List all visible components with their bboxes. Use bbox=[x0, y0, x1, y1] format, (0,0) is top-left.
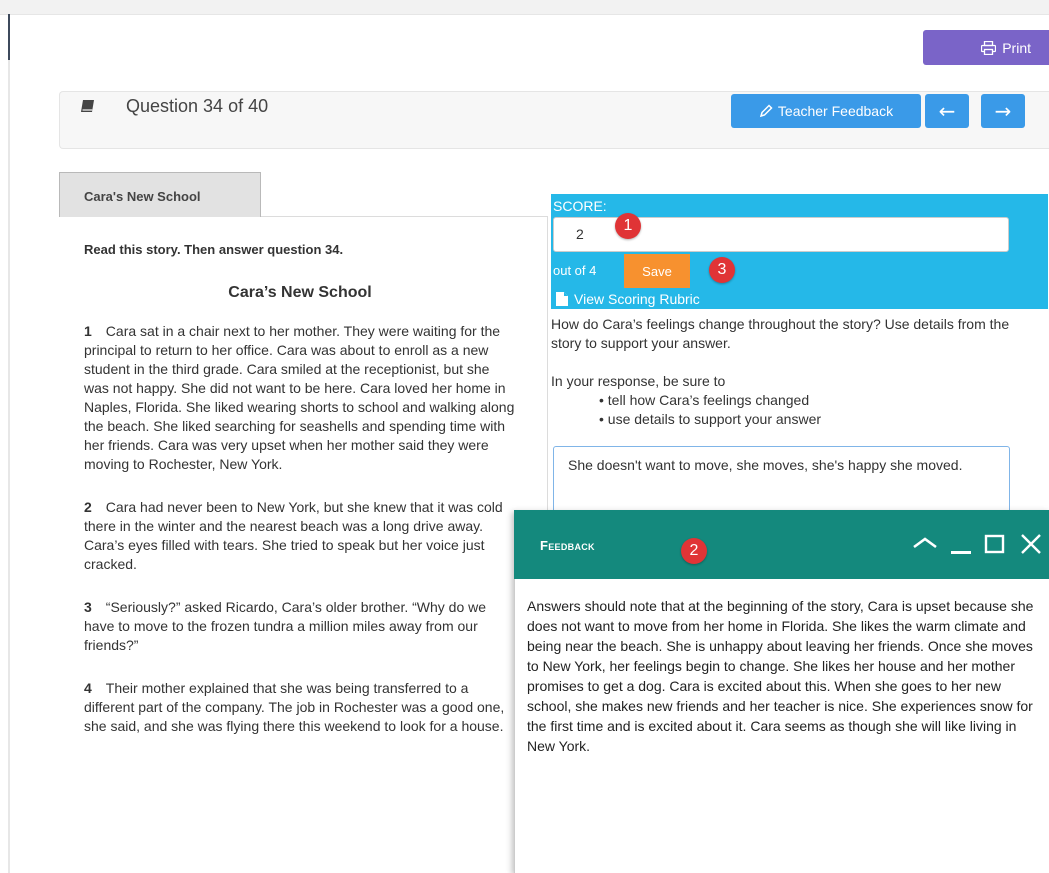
browser-top-strip bbox=[0, 0, 1049, 15]
teacher-feedback-label: Teacher Feedback bbox=[777, 103, 894, 119]
paragraph-number: 4 bbox=[84, 680, 92, 696]
arrow-left-icon: ← bbox=[938, 99, 956, 123]
prompt-bullet: use details to support your answer bbox=[599, 410, 1021, 429]
pencil-icon bbox=[759, 104, 773, 118]
tab-caras-new-school[interactable]: Cara's New School bbox=[59, 172, 261, 217]
next-question-button[interactable]: → bbox=[981, 94, 1025, 128]
step-badge-1: 1 bbox=[615, 213, 641, 239]
paragraph-text: Cara sat in a chair next to her mother. … bbox=[84, 323, 515, 472]
chevron-up-icon[interactable] bbox=[912, 532, 938, 554]
minimize-icon[interactable] bbox=[949, 532, 973, 556]
passage-paragraph: 1 Cara sat in a chair next to her mother.… bbox=[84, 322, 516, 474]
previous-question-button[interactable]: ← bbox=[925, 94, 969, 128]
passage-instruction: Read this story. Then answer question 34… bbox=[84, 242, 344, 257]
reading-passage: Read this story. Then answer question 34… bbox=[84, 240, 516, 760]
step-badge-2: 2 bbox=[681, 538, 707, 564]
prompt-bullets: tell how Cara’s feelings changed use det… bbox=[551, 391, 1021, 429]
step-badge-3: 3 bbox=[709, 257, 735, 283]
maximize-icon[interactable] bbox=[983, 532, 1007, 556]
prompt-question: How do Cara’s feelings change throughout… bbox=[551, 316, 1010, 351]
prompt-bullet: tell how Cara’s feelings changed bbox=[599, 391, 1021, 410]
passage-paragraph: 4 Their mother explained that she was bei… bbox=[84, 679, 516, 736]
paragraph-number: 3 bbox=[84, 599, 92, 615]
paragraph-text: “Seriously?” asked Ricardo, Cara’s older… bbox=[84, 599, 487, 653]
print-button[interactable]: Print bbox=[923, 30, 1049, 65]
paragraph-number: 2 bbox=[84, 499, 92, 515]
question-counter: Question 34 of 40 bbox=[126, 96, 269, 116]
teacher-feedback-button[interactable]: Teacher Feedback bbox=[731, 94, 921, 128]
paragraph-number: 1 bbox=[84, 323, 92, 339]
passage-paragraph: 2 Cara had never been to New York, but sh… bbox=[84, 498, 516, 574]
feedback-text: Answers should note that at the beginnin… bbox=[527, 598, 1034, 754]
score-out-of: out of 4 bbox=[553, 263, 597, 278]
arrow-right-icon: → bbox=[994, 99, 1012, 123]
tab-underline bbox=[261, 216, 548, 217]
file-icon bbox=[556, 292, 568, 306]
feedback-title: Feedback bbox=[540, 538, 595, 553]
view-scoring-rubric-link[interactable]: View Scoring Rubric bbox=[556, 291, 700, 307]
printer-icon bbox=[981, 40, 997, 55]
paragraph-text: Their mother explained that she was bein… bbox=[84, 680, 505, 734]
score-label: SCORE: bbox=[553, 198, 607, 214]
close-icon[interactable] bbox=[1019, 532, 1043, 556]
left-edge-border bbox=[8, 14, 10, 873]
save-score-button[interactable]: Save bbox=[624, 254, 690, 288]
question-prompt: How do Cara’s feelings change throughout… bbox=[551, 315, 1021, 429]
paragraph-text: Cara had never been to New York, but she… bbox=[84, 499, 503, 572]
passage-title: Cara’s New School bbox=[228, 284, 372, 301]
rubric-label: View Scoring Rubric bbox=[574, 291, 700, 307]
book-icon bbox=[81, 100, 94, 112]
print-label: Print bbox=[1002, 39, 1031, 56]
prompt-intro: In your response, be sure to bbox=[551, 373, 726, 389]
left-edge-accent bbox=[8, 14, 10, 60]
passage-paragraph: 3 “Seriously?” asked Ricardo, Cara’s olde… bbox=[84, 598, 516, 655]
